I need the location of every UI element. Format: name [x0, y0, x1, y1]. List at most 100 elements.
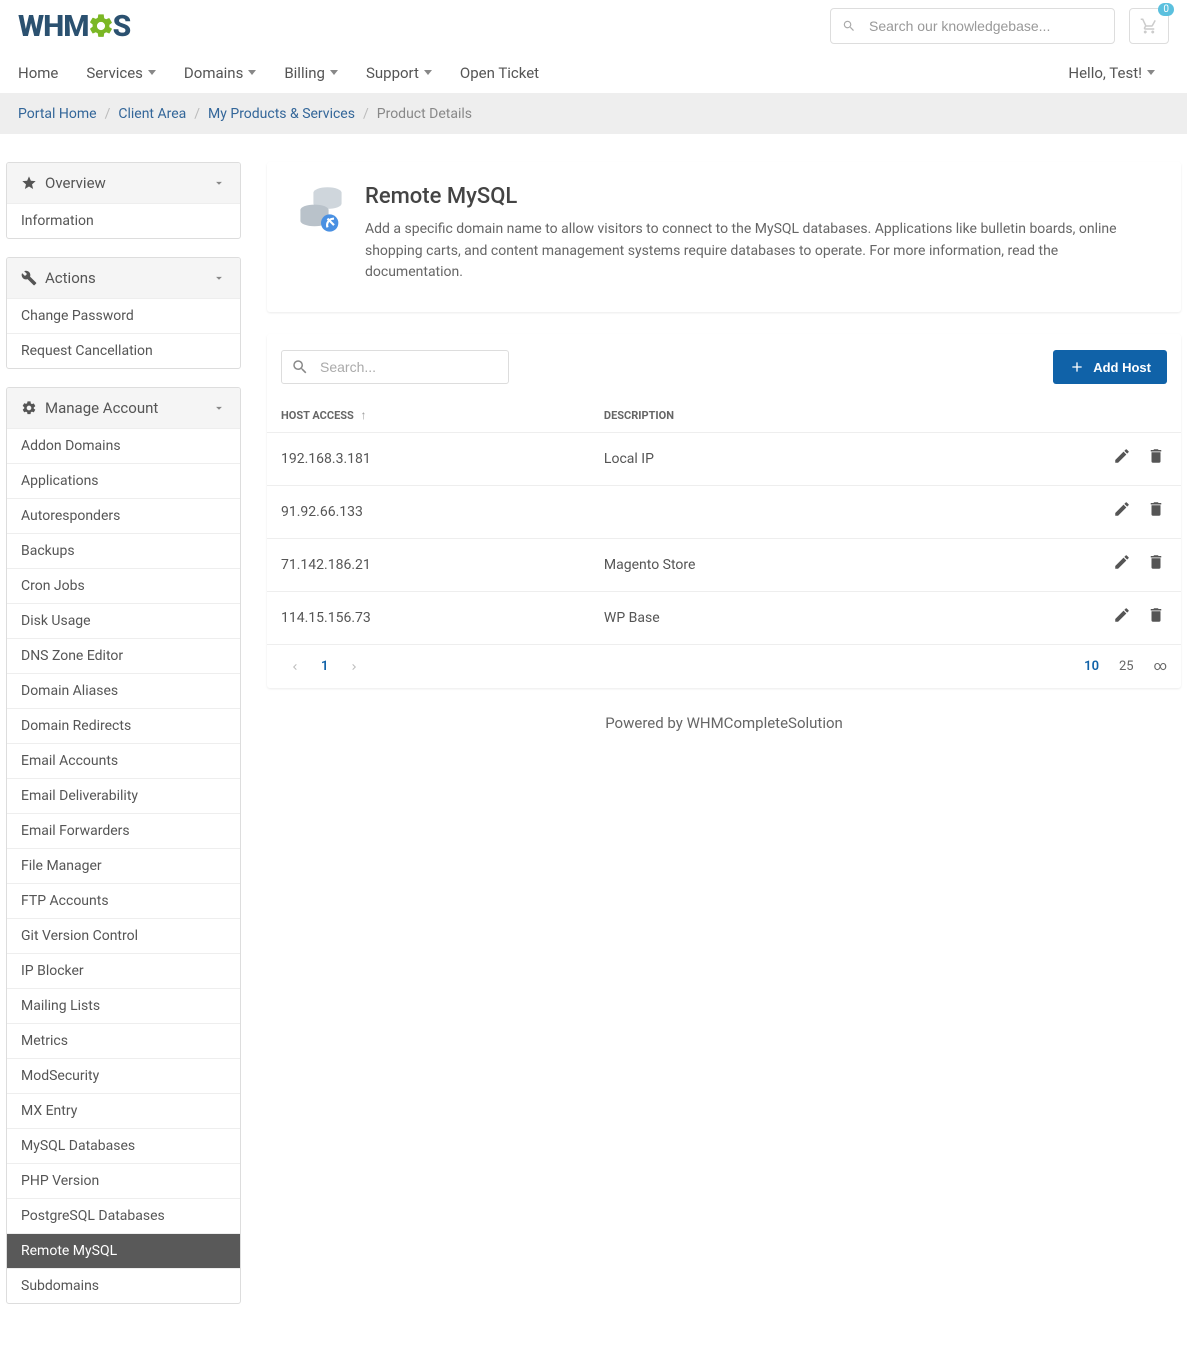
- breadcrumb-current: Product Details: [377, 106, 472, 122]
- table-row: 192.168.3.181Local IP: [267, 433, 1181, 486]
- table-row: 114.15.156.73WP Base: [267, 592, 1181, 645]
- sidebar-item-file-manager[interactable]: File Manager: [7, 849, 240, 883]
- cell-host: 91.92.66.133: [267, 486, 590, 539]
- sidebar-item-email-deliverability[interactable]: Email Deliverability: [7, 779, 240, 813]
- sort-ascending-icon: ↑: [361, 408, 367, 422]
- next-page[interactable]: [340, 657, 368, 677]
- cell-host: 192.168.3.181: [267, 433, 590, 486]
- edit-button[interactable]: [1113, 447, 1133, 467]
- plus-icon: [1069, 359, 1085, 375]
- sidebar-item-postgresql-databases[interactable]: PostgreSQL Databases: [7, 1199, 240, 1233]
- sidebar-item-information[interactable]: Information: [7, 204, 240, 238]
- table-row: 91.92.66.133: [267, 486, 1181, 539]
- nav-services[interactable]: Services: [72, 54, 170, 92]
- nav-open-ticket[interactable]: Open Ticket: [446, 54, 553, 92]
- edit-button[interactable]: [1113, 500, 1133, 520]
- trash-icon: [1147, 606, 1165, 626]
- logo-text-post: S: [113, 9, 131, 44]
- sidebar-item-subdomains[interactable]: Subdomains: [7, 1269, 240, 1303]
- user-menu[interactable]: Hello, Test!: [1054, 54, 1169, 92]
- sidebar-item-addon-domains[interactable]: Addon Domains: [7, 429, 240, 463]
- sidebar-item-php-version[interactable]: PHP Version: [7, 1164, 240, 1198]
- trash-icon: [1147, 500, 1165, 520]
- star-icon: [21, 175, 37, 191]
- delete-button[interactable]: [1147, 447, 1167, 467]
- sidebar-item-cron-jobs[interactable]: Cron Jobs: [7, 569, 240, 603]
- breadcrumb-link[interactable]: Client Area: [118, 106, 186, 122]
- logo-text-pre: WHM: [18, 9, 89, 44]
- sidebar-item-remote-mysql[interactable]: Remote MySQL: [7, 1234, 240, 1268]
- panel-header-actions[interactable]: Actions: [7, 258, 240, 298]
- chevron-down-icon: [212, 271, 226, 285]
- cart-button[interactable]: 0: [1129, 8, 1169, 44]
- trash-icon: [1147, 447, 1165, 467]
- chevron-down-icon: [1147, 70, 1155, 75]
- gear-icon: [87, 12, 115, 40]
- page-title: Remote MySQL: [365, 184, 1153, 209]
- nav-home[interactable]: Home: [18, 54, 72, 92]
- kb-search-input[interactable]: [830, 8, 1115, 44]
- sidebar-item-applications[interactable]: Applications: [7, 464, 240, 498]
- delete-button[interactable]: [1147, 553, 1167, 573]
- col-host-access[interactable]: HOST ACCESS ↑: [267, 398, 590, 433]
- cell-desc: WP Base: [590, 592, 918, 645]
- chevron-down-icon: [212, 401, 226, 415]
- nav-billing[interactable]: Billing: [270, 54, 352, 92]
- page-size-10[interactable]: 10: [1084, 659, 1099, 674]
- sidebar-item-metrics[interactable]: Metrics: [7, 1024, 240, 1058]
- pencil-icon: [1113, 606, 1131, 626]
- chevron-down-icon: [330, 70, 338, 75]
- edit-button[interactable]: [1113, 553, 1133, 573]
- brand-logo[interactable]: WHM S: [18, 9, 130, 44]
- delete-button[interactable]: [1147, 500, 1167, 520]
- sidebar-item-autoresponders[interactable]: Autoresponders: [7, 499, 240, 533]
- table-search-input[interactable]: [281, 350, 509, 384]
- col-description[interactable]: DESCRIPTION: [590, 398, 918, 433]
- nav-domains[interactable]: Domains: [170, 54, 270, 92]
- wrench-icon: [21, 270, 37, 286]
- chevron-down-icon: [148, 70, 156, 75]
- sidebar-item-request-cancellation[interactable]: Request Cancellation: [7, 334, 240, 368]
- footer-credit: Powered by WHMCompleteSolution: [267, 710, 1181, 752]
- page-size-25[interactable]: 25: [1119, 659, 1134, 674]
- cell-host: 71.142.186.21: [267, 539, 590, 592]
- chevron-down-icon: [212, 176, 226, 190]
- panel-header-overview[interactable]: Overview: [7, 163, 240, 203]
- sidebar-item-email-forwarders[interactable]: Email Forwarders: [7, 814, 240, 848]
- sidebar-item-dns-zone-editor[interactable]: DNS Zone Editor: [7, 639, 240, 673]
- prev-page[interactable]: [281, 657, 309, 677]
- sidebar-item-disk-usage[interactable]: Disk Usage: [7, 604, 240, 638]
- panel-header-manage-account[interactable]: Manage Account: [7, 388, 240, 428]
- sidebar-item-git-version-control[interactable]: Git Version Control: [7, 919, 240, 953]
- sidebar-item-domain-aliases[interactable]: Domain Aliases: [7, 674, 240, 708]
- page-description: Add a specific domain name to allow visi…: [365, 219, 1153, 284]
- sidebar-item-mx-entry[interactable]: MX Entry: [7, 1094, 240, 1128]
- kb-search: [830, 8, 1115, 44]
- chevron-down-icon: [424, 70, 432, 75]
- sidebar-item-mysql-databases[interactable]: MySQL Databases: [7, 1129, 240, 1163]
- delete-button[interactable]: [1147, 606, 1167, 626]
- page-size-∞[interactable]: ∞: [1154, 659, 1167, 674]
- sidebar-item-backups[interactable]: Backups: [7, 534, 240, 568]
- sidebar-item-domain-redirects[interactable]: Domain Redirects: [7, 709, 240, 743]
- page-number[interactable]: 1: [309, 655, 340, 678]
- chevron-down-icon: [248, 70, 256, 75]
- add-host-label: Add Host: [1093, 360, 1151, 375]
- add-host-button[interactable]: Add Host: [1053, 350, 1167, 384]
- edit-button[interactable]: [1113, 606, 1133, 626]
- sidebar-item-ftp-accounts[interactable]: FTP Accounts: [7, 884, 240, 918]
- cart-icon: [1140, 17, 1158, 35]
- sidebar-item-mailing-lists[interactable]: Mailing Lists: [7, 989, 240, 1023]
- breadcrumb-link[interactable]: Portal Home: [18, 106, 97, 122]
- cart-count-badge: 0: [1158, 3, 1174, 16]
- breadcrumb-link[interactable]: My Products & Services: [208, 106, 355, 122]
- sidebar-item-ip-blocker[interactable]: IP Blocker: [7, 954, 240, 988]
- gear-icon: [21, 400, 37, 416]
- sidebar-item-change-password[interactable]: Change Password: [7, 299, 240, 333]
- nav-support[interactable]: Support: [352, 54, 446, 92]
- sidebar-item-modsecurity[interactable]: ModSecurity: [7, 1059, 240, 1093]
- breadcrumb: Portal Home/Client Area/My Products & Se…: [0, 94, 1187, 134]
- pencil-icon: [1113, 447, 1131, 467]
- sidebar-item-email-accounts[interactable]: Email Accounts: [7, 744, 240, 778]
- database-icon: [295, 184, 347, 236]
